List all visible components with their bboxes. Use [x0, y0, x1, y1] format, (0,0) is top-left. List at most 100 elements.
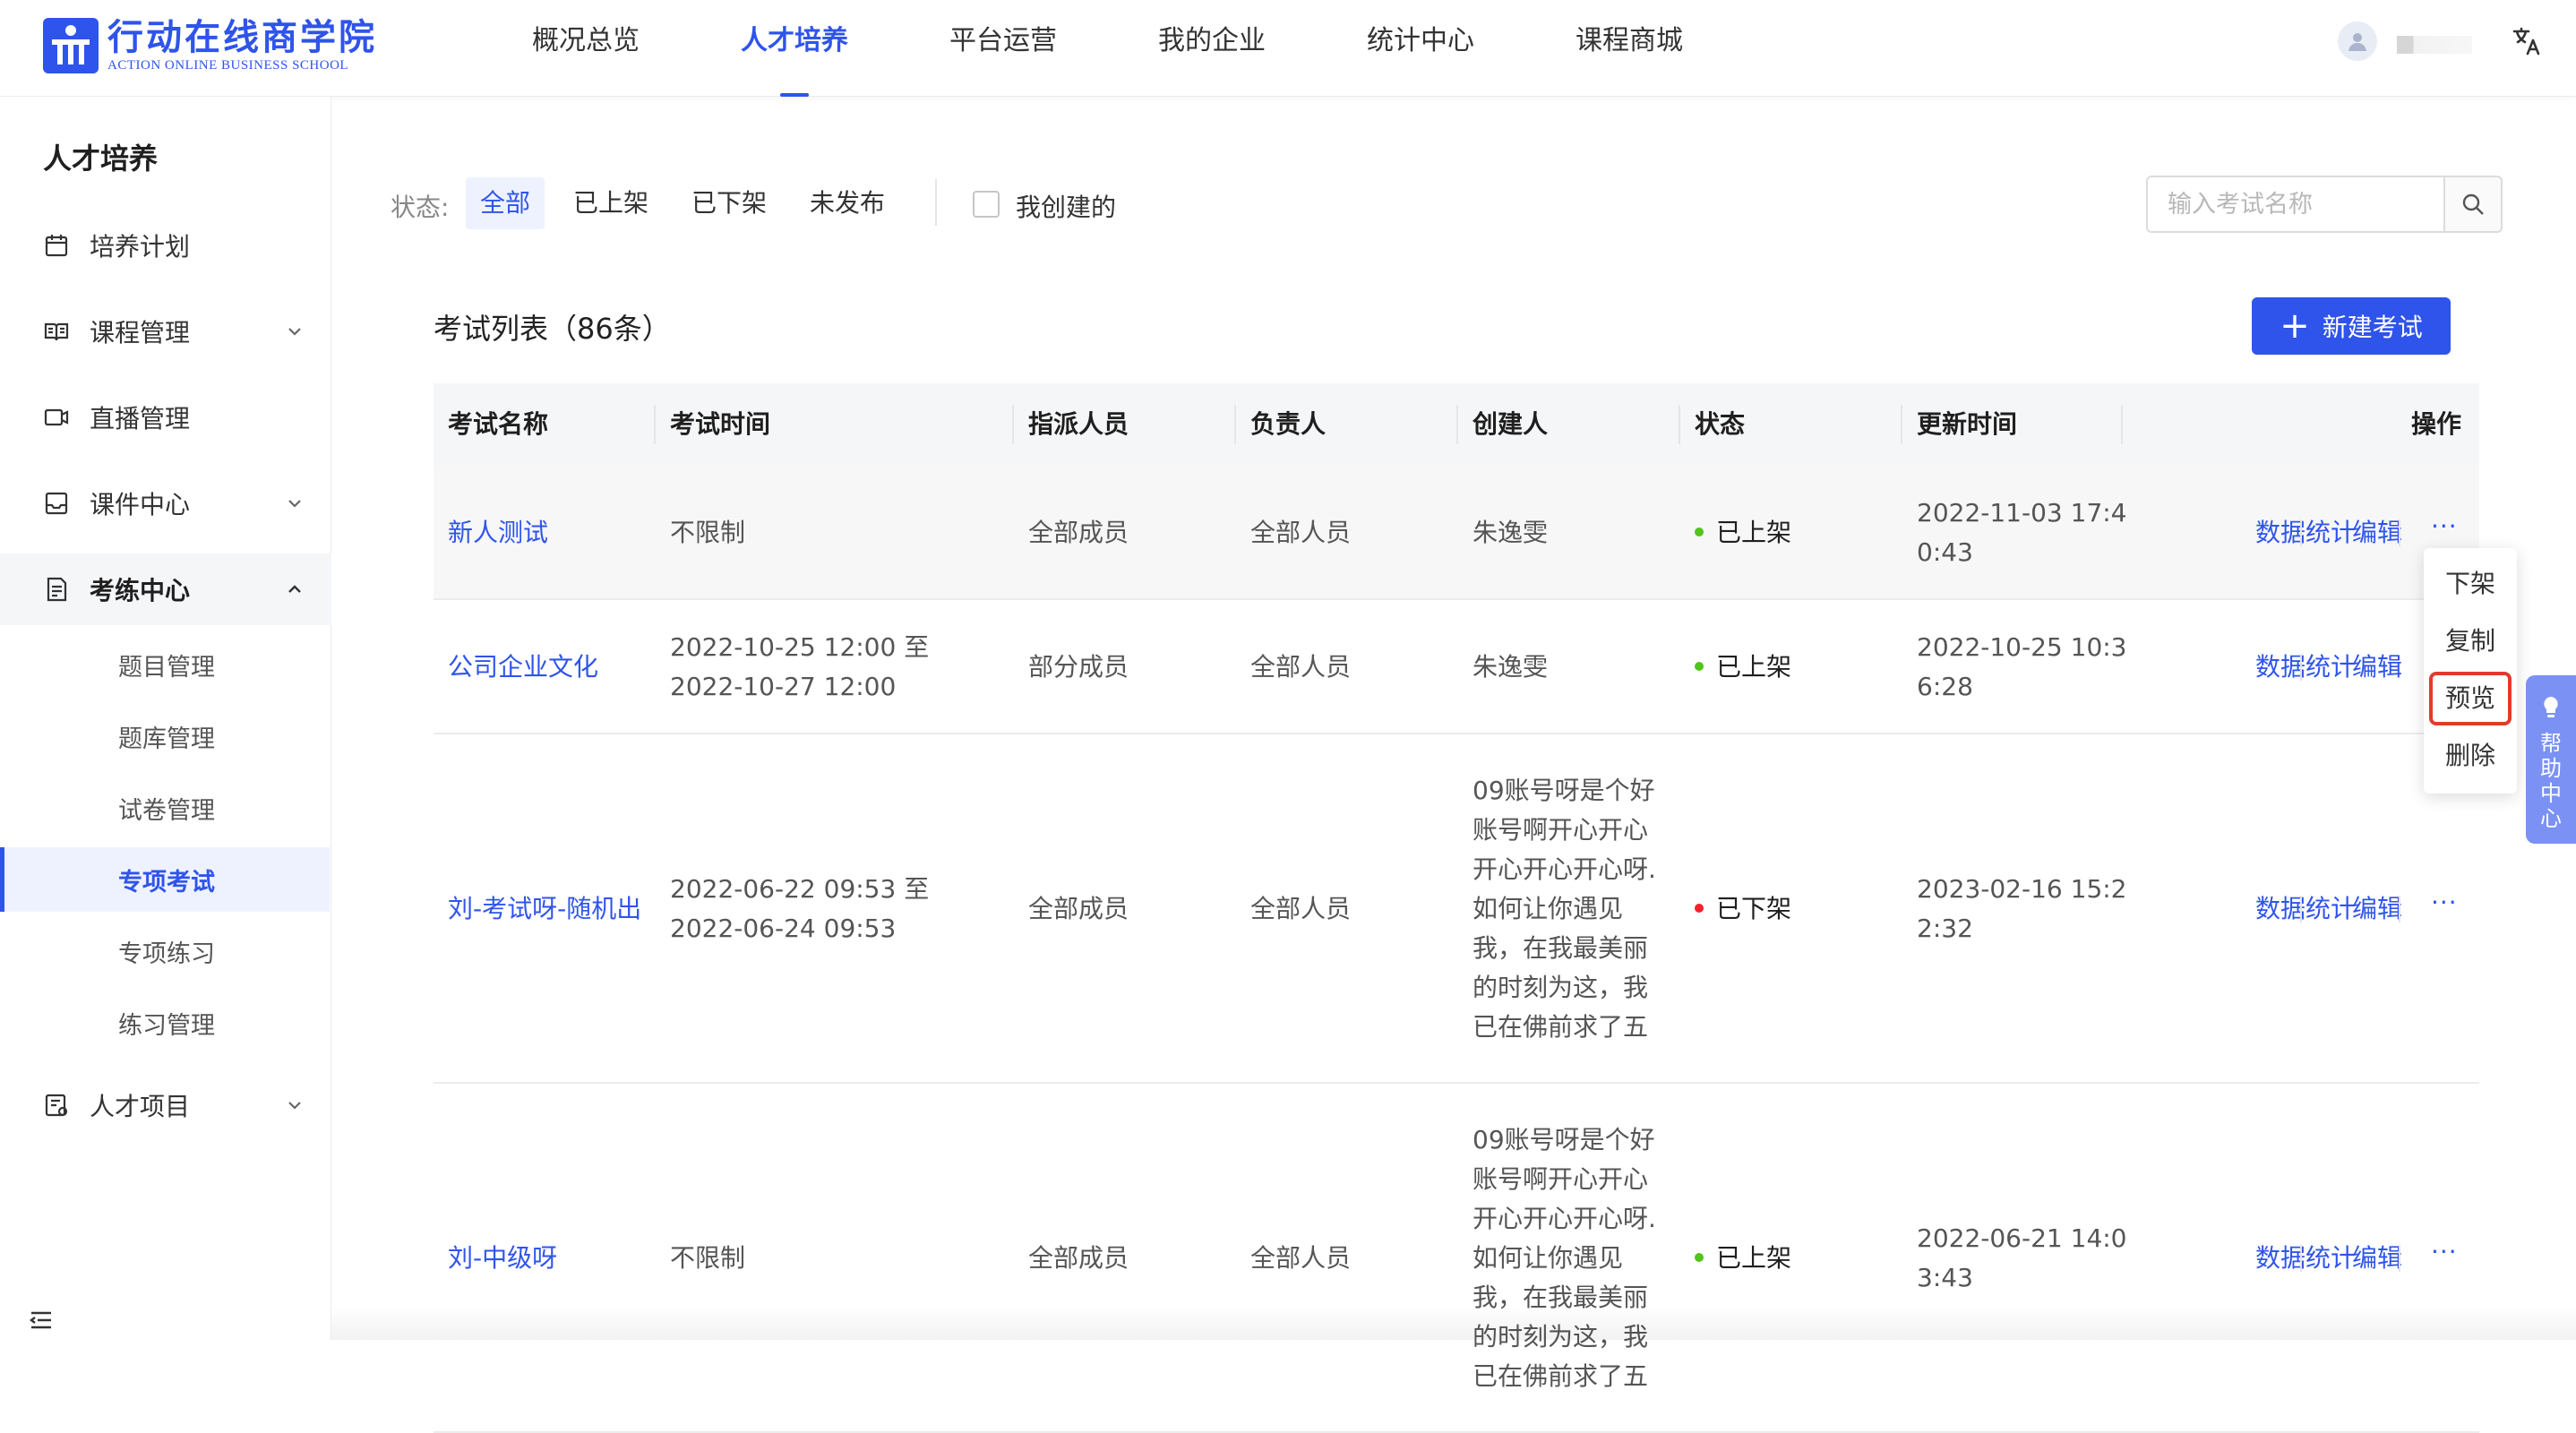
more-actions-button[interactable]: ···: [2431, 888, 2458, 917]
updated-time: 2022-10-25 10:3 6:28: [1902, 628, 2127, 707]
edit-link[interactable]: 编辑: [2352, 1239, 2402, 1278]
sidebar-subitem-papers[interactable]: 试卷管理: [0, 776, 330, 840]
sidebar-item-label: 考练中心: [90, 576, 191, 605]
filter-unpublished[interactable]: 未发布: [795, 177, 899, 229]
updated-time-line: 3:43: [1917, 1263, 1973, 1292]
topnav-item-2[interactable]: 平台运营: [949, 0, 1057, 97]
project-icon: [45, 1094, 68, 1117]
new-exam-button[interactable]: + 新建考试: [2252, 297, 2451, 355]
logo-mark-icon: [43, 18, 99, 73]
action-separator: [2399, 1245, 2400, 1272]
column-separator: [2121, 405, 2123, 444]
edit-link[interactable]: 编辑: [2352, 513, 2402, 553]
menu-item-copy[interactable]: 复制: [2424, 614, 2517, 668]
sidebar-item-plan[interactable]: 培养计划: [0, 210, 331, 281]
edit-link[interactable]: 编辑: [2352, 889, 2402, 929]
status-badge: 已上架: [1680, 648, 1791, 687]
sidebar-item-label: 课程管理: [90, 318, 191, 348]
search-button[interactable]: [2443, 176, 2503, 233]
exam-name-link[interactable]: 刘-考试呀-随机出: [434, 889, 641, 929]
chevron-down-icon: [288, 1102, 301, 1110]
sidebar-item-exam-center[interactable]: 考练中心: [0, 553, 331, 625]
action-separator: [2300, 1245, 2302, 1272]
status-dot-icon: [1695, 1253, 1704, 1262]
table-row[interactable]: 新人测试 不限制 全部成员 全部人员 朱逸雯 已上架 2022-11-03 17:4 0:43…: [434, 466, 2479, 600]
exam-time-line: 2022-10-25 12:00 至: [670, 632, 930, 662]
video-icon: [44, 408, 69, 426]
brand-logo[interactable]: 行动在线商学院 ACTION ONLINE BUSINESS SCHOOL: [43, 18, 377, 73]
updated-time-line: 0:43: [1917, 537, 1973, 567]
column-header-actions: 操作: [2411, 409, 2462, 439]
status-text: 已下架: [1716, 894, 1792, 923]
mine-checkbox-label[interactable]: 我创建的: [1016, 188, 1116, 224]
help-center-tab[interactable]: 帮助中心: [2526, 675, 2576, 844]
owner: 全部人员: [1250, 1243, 1352, 1273]
sidebar-title: 人才培养: [43, 142, 159, 176]
column-header-assignee: 指派人员: [1028, 409, 1129, 439]
topnav-item-4[interactable]: 统计中心: [1367, 0, 1474, 97]
topnav-item-1[interactable]: 人才培养: [741, 0, 848, 97]
data-stats-link[interactable]: 数据统计: [2255, 513, 2356, 553]
exam-name-link[interactable]: 新人测试: [434, 513, 548, 553]
lightbulb-icon: [2544, 697, 2558, 717]
creator-line: 我，在我最美丽: [1473, 1283, 1649, 1312]
table-header: 考试名称 考试时间 指派人员 负责人 创建人 状态 更新时间 操作: [434, 383, 2479, 466]
more-actions-button[interactable]: ···: [2431, 511, 2458, 541]
exam-time: 不限制: [656, 1239, 745, 1278]
updated-time-line: 6:28: [1917, 672, 1973, 701]
table-row[interactable]: 公司企业文化 2022-10-25 12:00 至 2022-10-27 12:00…: [434, 600, 2479, 734]
status-badge: 已上架: [1680, 1239, 1791, 1278]
sidebar-item-courses[interactable]: 课程管理: [0, 296, 331, 367]
sidebar-item-talent-project[interactable]: 人才项目: [0, 1069, 331, 1141]
sidebar-item-live[interactable]: 直播管理: [0, 382, 331, 453]
filter-all[interactable]: 全部: [466, 177, 545, 229]
status-text: 已上架: [1716, 518, 1792, 547]
menu-item-take-down[interactable]: 下架: [2424, 557, 2517, 611]
sidebar-subitem-special-exam[interactable]: 专项考试: [0, 847, 330, 912]
menu-item-preview[interactable]: 预览: [2429, 672, 2512, 725]
exam-time-line: 2022-06-22 09:53 至: [670, 874, 930, 904]
exam-list-title: 考试列表（86条）: [434, 312, 671, 346]
book-icon: [44, 322, 69, 341]
creator-line: 我，在我最美丽: [1473, 933, 1649, 963]
collapse-sidebar-icon[interactable]: [29, 1309, 54, 1331]
more-actions-button[interactable]: ···: [2431, 1237, 2458, 1266]
edit-link[interactable]: 编辑: [2352, 648, 2402, 687]
topnav-item-0[interactable]: 概况总览: [532, 0, 640, 97]
status-badge: 已下架: [1680, 889, 1791, 929]
filter-off-shelf[interactable]: 已下架: [677, 177, 781, 229]
owner: 全部人员: [1250, 652, 1352, 682]
table-row[interactable]: 刘-考试呀-随机出 2022-06-22 09:53 至 2022-06-24 09…: [434, 734, 2479, 1084]
column-header-status: 状态: [1695, 409, 1746, 439]
status-dot-icon: [1695, 662, 1704, 671]
creator-line: 已在佛前求了五: [1473, 1012, 1649, 1042]
sidebar-item-label: 直播管理: [90, 404, 191, 433]
data-stats-link[interactable]: 数据统计: [2255, 1239, 2356, 1278]
translate-icon[interactable]: [2512, 25, 2544, 57]
new-exam-button-label: 新建考试: [2322, 313, 2423, 342]
updated-time-line: 2022-11-03 17:4: [1917, 498, 2127, 528]
sidebar-item-courseware[interactable]: 课件中心: [0, 468, 331, 539]
sidebar-subitem-question-bank[interactable]: 题库管理: [0, 704, 330, 768]
exam-name-link[interactable]: 刘-中级呀: [434, 1239, 557, 1278]
menu-item-delete[interactable]: 删除: [2424, 729, 2517, 783]
assignee: 全部成员: [1028, 894, 1129, 923]
topnav-item-5[interactable]: 课程商城: [1576, 0, 1683, 97]
exam-search-input[interactable]: [2146, 176, 2445, 233]
exam-name-link[interactable]: 公司企业文化: [434, 648, 598, 687]
sidebar-subitem-questions[interactable]: 题目管理: [0, 632, 330, 697]
sidebar-subitem-practice-mgmt[interactable]: 练习管理: [0, 991, 330, 1055]
creator-line: 朱逸雯: [1473, 518, 1549, 547]
table-row[interactable]: 刘-中级呀 不限制 全部成员 全部人员 09账号呀是个好 账号啊开心开心 开心开心开心呀. 如…: [434, 1084, 2479, 1433]
filter-on-shelf[interactable]: 已上架: [559, 177, 663, 229]
topnav-item-3[interactable]: 我的企业: [1158, 0, 1266, 97]
sidebar-subitem-special-practice[interactable]: 专项练习: [0, 919, 330, 983]
updated-time: 2022-11-03 17:4 0:43: [1902, 493, 2127, 572]
mine-checkbox[interactable]: [973, 191, 1000, 218]
data-stats-link[interactable]: 数据统计: [2255, 648, 2356, 687]
exam-time: 2022-06-22 09:53 至 2022-06-24 09:53: [656, 870, 929, 948]
updated-time-line: 2023-02-16 15:2: [1917, 874, 2127, 904]
username-redacted[interactable]: [2397, 36, 2472, 54]
user-avatar-icon[interactable]: [2338, 21, 2377, 61]
data-stats-link[interactable]: 数据统计: [2255, 889, 2356, 929]
